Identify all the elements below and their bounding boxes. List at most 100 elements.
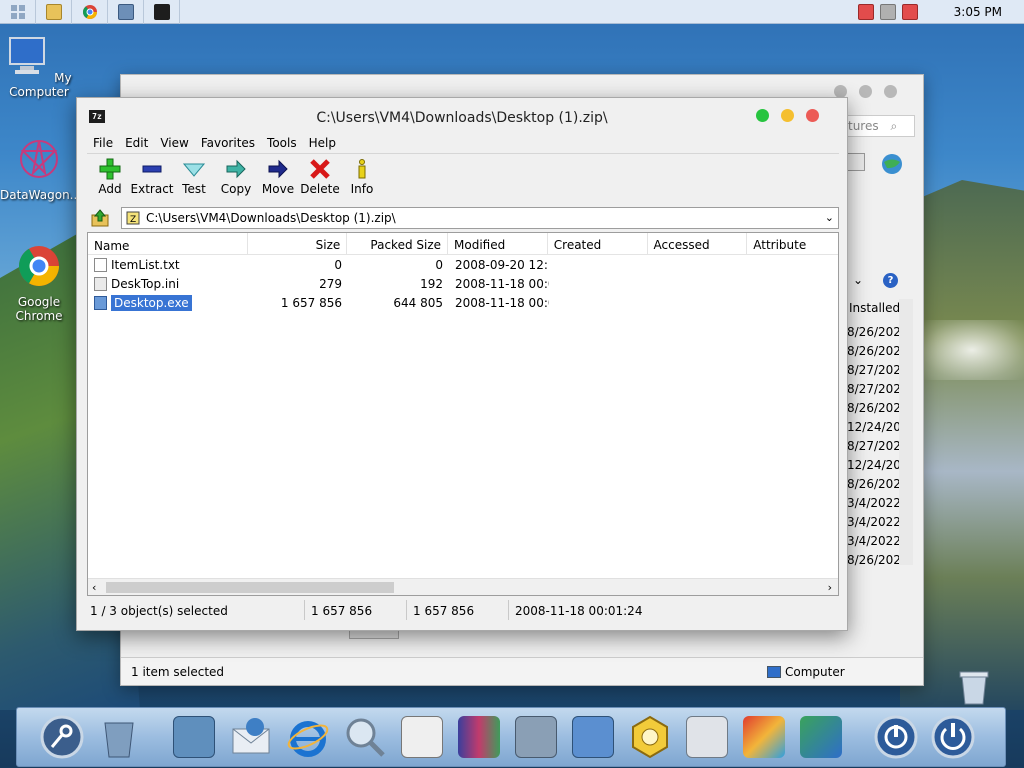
menu-view[interactable]: View	[154, 134, 194, 153]
column-header-modified[interactable]: Modified	[448, 233, 548, 254]
maximize-button[interactable]	[756, 109, 769, 122]
column-header-size[interactable]: Size	[248, 233, 348, 254]
move-arrow-icon	[268, 159, 288, 179]
desktop-icon-datawagon[interactable]: DataWagon...	[0, 137, 81, 202]
dock-item-books[interactable]	[454, 712, 504, 762]
title-bar[interactable]: 7z C:\Users\VM4\Downloads\Desktop (1).zi…	[77, 98, 847, 134]
dock-item-logoff[interactable]	[871, 712, 921, 762]
table-row[interactable]: DeskTop.ini 279 192 2008-11-18 00:01	[88, 274, 838, 293]
taskbar-chrome[interactable]	[72, 0, 108, 24]
network-icon[interactable]	[879, 4, 896, 20]
computer-icon	[767, 666, 781, 678]
dock-item-network[interactable]	[169, 712, 219, 762]
disk-icon	[515, 716, 557, 758]
address-input[interactable]: Z C:\Users\VM4\Downloads\Desktop (1).zip…	[121, 207, 839, 229]
taskbar-explorer[interactable]	[36, 0, 72, 24]
books-icon	[458, 716, 500, 758]
dock-item-paint[interactable]	[796, 712, 846, 762]
scrollbar-thumb[interactable]	[106, 582, 394, 593]
column-header-installed[interactable]: Installed	[849, 301, 899, 315]
music-icon	[686, 716, 728, 758]
status-bar: 1 / 3 object(s) selected 1 657 856 1 657…	[87, 598, 839, 622]
file-list[interactable]: Name Size Packed Size Modified Created A…	[87, 232, 839, 596]
menu-tools[interactable]: Tools	[261, 134, 303, 153]
chevron-down-icon[interactable]: ⌄	[825, 211, 834, 224]
test-button[interactable]: Test	[173, 158, 215, 202]
menu-help[interactable]: Help	[303, 134, 342, 153]
trash-icon	[104, 722, 134, 758]
dock-item-mail[interactable]	[226, 712, 276, 762]
minimize-button[interactable]	[781, 109, 794, 122]
clock[interactable]: 3:05 PM	[954, 5, 1002, 19]
copy-button[interactable]: Copy	[215, 158, 257, 202]
dock-item-folder-clock[interactable]	[568, 712, 618, 762]
chrome-icon	[82, 4, 97, 19]
start-button[interactable]	[0, 0, 36, 24]
list-item: 8/27/2021	[847, 439, 899, 453]
column-header-packed-size[interactable]: Packed Size	[347, 233, 449, 254]
maximize-button[interactable]	[859, 85, 872, 98]
delete-button[interactable]: Delete	[299, 158, 341, 202]
power-icon	[931, 715, 975, 759]
menu-edit[interactable]: Edit	[119, 134, 154, 153]
dock-item-settings[interactable]	[625, 712, 675, 762]
paint-icon	[800, 716, 842, 758]
file-size: 0	[334, 257, 342, 272]
file-modified: 2008-11-18 00:01	[455, 295, 549, 310]
horizontal-scrollbar[interactable]: ‹ ›	[88, 578, 838, 595]
dock-item-search[interactable]	[340, 712, 390, 762]
column-headers: Name Size Packed Size Modified Created A…	[88, 233, 838, 255]
dock-item-keychain[interactable]	[37, 712, 87, 762]
status-packed-size: 1 657 856	[407, 600, 509, 620]
close-button[interactable]	[884, 85, 897, 98]
taskbar-7zip[interactable]	[144, 0, 180, 24]
globe-icon[interactable]	[881, 153, 903, 175]
desktop-icon-chrome[interactable]: Google Chrome	[0, 244, 78, 323]
menu-file[interactable]: File	[87, 134, 119, 153]
chevron-down-icon[interactable]: ⌄	[853, 273, 863, 287]
file-size: 279	[319, 276, 342, 291]
scroll-left-icon[interactable]: ‹	[92, 581, 96, 594]
key-icon	[40, 715, 84, 759]
svg-text:Z: Z	[130, 215, 136, 225]
address-text: C:\Users\VM4\Downloads\Desktop (1).zip\	[146, 211, 396, 225]
info-button[interactable]: Info	[341, 158, 383, 202]
file-packed-size: 192	[420, 276, 443, 291]
explorer-status-bar: 1 item selected Computer	[121, 657, 923, 685]
volume-muted-icon[interactable]	[901, 4, 918, 20]
up-folder-button[interactable]	[89, 207, 111, 229]
desktop-icon-my-computer[interactable]: My Computer	[0, 34, 78, 99]
dock-item-trash[interactable]	[94, 712, 144, 762]
zip-file-icon: Z	[126, 211, 140, 225]
table-row[interactable]: ItemList.txt 0 0 2008-09-20 12:19	[88, 255, 838, 274]
security-alert-icon[interactable]	[857, 4, 874, 20]
dock-item-music[interactable]	[682, 712, 732, 762]
vertical-scrollbar[interactable]	[899, 299, 913, 565]
view-icon[interactable]	[847, 153, 865, 171]
column-header-name[interactable]: Name	[88, 233, 248, 254]
move-button[interactable]: Move	[257, 158, 299, 202]
column-header-attributes[interactable]: Attribute	[747, 233, 838, 254]
help-icon[interactable]: ?	[883, 273, 898, 288]
dock-item-disk[interactable]	[511, 712, 561, 762]
network-icon	[173, 716, 215, 758]
table-row-selected[interactable]: Desktop.exe 1 657 856 644 805 2008-11-18…	[88, 293, 838, 312]
dock-item-shutdown[interactable]	[928, 712, 978, 762]
column-header-created[interactable]: Created	[548, 233, 648, 254]
recycle-bin-icon[interactable]	[956, 668, 992, 706]
7zip-window[interactable]: 7z C:\Users\VM4\Downloads\Desktop (1).zi…	[76, 97, 848, 631]
column-header-accessed[interactable]: Accessed	[648, 233, 748, 254]
extract-button[interactable]: Extract	[131, 158, 174, 202]
video-icon	[743, 716, 785, 758]
dock-item-internet-explorer[interactable]	[283, 712, 333, 762]
menu-favorites[interactable]: Favorites	[195, 134, 261, 153]
add-button[interactable]: Add	[89, 158, 131, 202]
search-input[interactable]: tures ⌕	[843, 115, 915, 137]
taskbar-remote[interactable]	[108, 0, 144, 24]
scroll-right-icon[interactable]: ›	[828, 581, 832, 594]
dock-item-video[interactable]	[739, 712, 789, 762]
close-button[interactable]	[806, 109, 819, 122]
chrome-icon	[19, 246, 59, 286]
dock-item-rtf-editor[interactable]	[397, 712, 447, 762]
status-selection: 1 item selected	[131, 665, 225, 679]
